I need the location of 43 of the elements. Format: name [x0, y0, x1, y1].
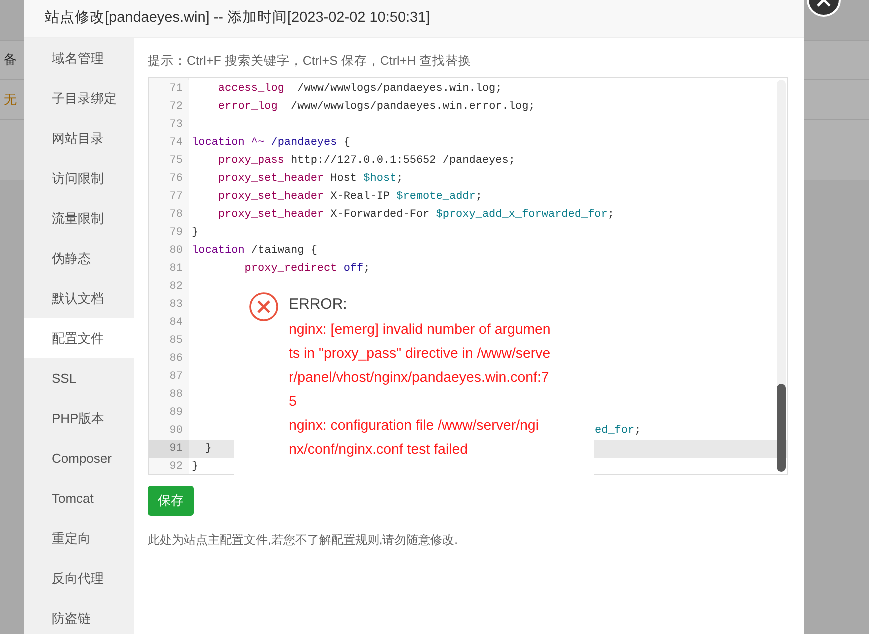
code-line: error_log /www/wwwlogs/pandaeyes.win.error.log; [217, 100, 536, 115]
sidebar-item[interactable]: 反向代理 [24, 558, 134, 598]
code-line: } [191, 460, 199, 474]
code-line: } [191, 226, 199, 241]
line-number: 91 [149, 440, 189, 458]
sidebar-item[interactable]: 伪静态 [24, 238, 134, 278]
sidebar-item[interactable]: 重定向 [24, 518, 134, 558]
error-message-line: ts in "proxy_pass" directive in /www/serve [289, 345, 551, 364]
sidebar-item[interactable]: PHP版本 [24, 398, 134, 438]
note-text: 此处为站点主配置文件,若您不了解配置规则,请勿随意修改. [148, 532, 458, 549]
code-line: proxy_redirect off; [244, 262, 370, 277]
scrollbar[interactable] [777, 80, 786, 472]
sidebar-item[interactable]: SSL [24, 358, 134, 398]
sidebar-item[interactable]: 防盗链 [24, 598, 134, 634]
sidebar-item[interactable]: 网站目录 [24, 118, 134, 158]
sidebar-item[interactable]: Tomcat [24, 478, 134, 518]
error-title: ERROR: [289, 295, 348, 315]
code-line: access_log /www/wwwlogs/pandaeyes.win.log; [217, 82, 502, 97]
code-line: ed_for; [594, 424, 642, 439]
sidebar-item[interactable]: 子目录绑定 [24, 78, 134, 118]
sidebar-item[interactable]: Composer [24, 438, 134, 478]
error-icon [249, 292, 279, 322]
sidebar-item[interactable]: 配置文件 [24, 318, 134, 358]
sidebar-item[interactable]: 流量限制 [24, 198, 134, 238]
code-line: proxy_set_header Host $host; [217, 172, 404, 187]
sidebar-item[interactable]: 默认文档 [24, 278, 134, 318]
sidebar-item[interactable]: 域名管理 [24, 38, 134, 78]
code-line: } [204, 442, 212, 457]
modal-title: 站点修改[pandaeyes.win] -- 添加时间[2023-02-02 10:50:31] [24, 0, 804, 38]
code-line: proxy_set_header X-Real-IP $remote_addr; [217, 190, 482, 205]
hint-text: 提示：Ctrl+F 搜索关键字，Ctrl+S 保存，Ctrl+H 查找替换 [148, 53, 472, 70]
error-message-line: nx/conf/nginx.conf test failed [289, 441, 468, 460]
row-label: 无 [4, 90, 17, 109]
code-line: proxy_set_header X-Forwarded-For $proxy_add_x_forwarded_for; [217, 208, 614, 223]
sidebar-item[interactable]: 访问限制 [24, 158, 134, 198]
code-line: location /taiwang { [191, 244, 318, 259]
code-line: proxy_pass http://127.0.0.1:55652 /pandaeyes; [217, 154, 516, 169]
error-message-line: nginx: [emerg] invalid number of argumen [289, 321, 551, 340]
error-message-line: 5 [289, 393, 297, 412]
error-message-line: r/panel/vhost/nginx/pandaeyes.win.conf:7 [289, 369, 550, 388]
error-message-line: nginx: configuration file /www/server/ngi [289, 417, 539, 436]
code-line: location ^~ /pandaeyes { [191, 136, 350, 151]
row-label: 备 [4, 51, 17, 70]
